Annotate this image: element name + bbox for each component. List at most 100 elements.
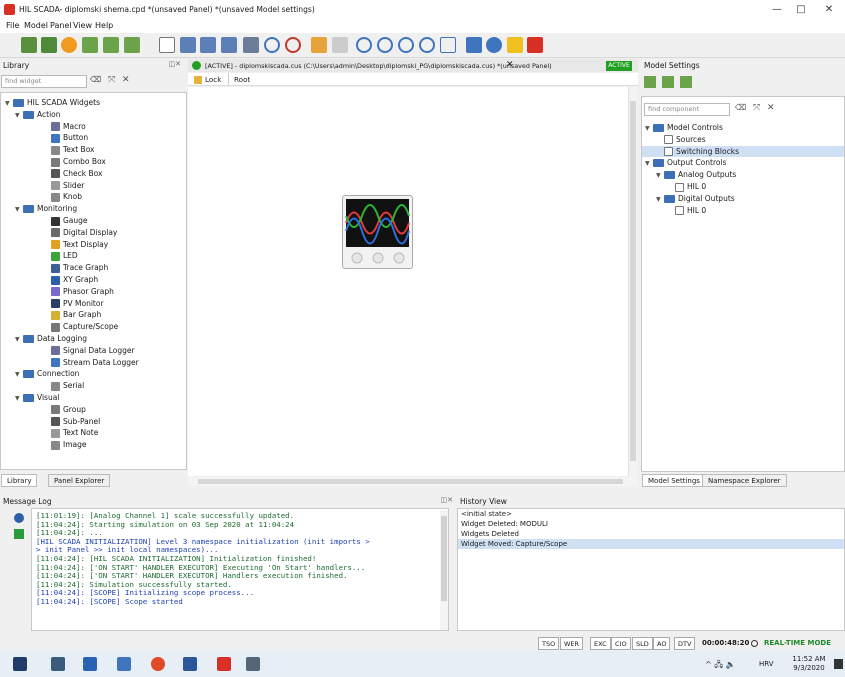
radio-icon[interactable] [751, 640, 758, 647]
component-expand-icon[interactable]: ⤧ [753, 103, 760, 113]
expand-arrow-icon[interactable]: ▼ [5, 98, 13, 110]
tab-close-icon[interactable]: ✕ [506, 60, 514, 70]
hscroll-thumb[interactable] [198, 479, 623, 484]
expand-arrow-icon[interactable]: ▼ [656, 194, 664, 206]
widget-item[interactable]: Text Display [51, 239, 108, 251]
widget-item[interactable]: Macro [51, 121, 86, 133]
system-tray-icons[interactable]: ^ 🖧 🔈 [705, 659, 736, 673]
tree-group[interactable]: ▼ Monitoring [15, 203, 77, 215]
status-indicator[interactable]: DTV [674, 637, 696, 650]
expand-arrow-icon[interactable]: ▼ [15, 369, 23, 381]
expand-icon[interactable]: ⤧ [108, 75, 115, 85]
notifications-icon[interactable] [834, 659, 843, 669]
model-gear-icon-1[interactable] [644, 76, 656, 88]
model-tree-item[interactable]: ▼ Model Controls [645, 122, 723, 134]
gear-icon[interactable] [82, 37, 98, 53]
collapse-icon[interactable]: ✕ [122, 75, 130, 85]
widget-item[interactable]: PV Monitor [51, 298, 104, 310]
status-indicator[interactable]: CIO [611, 637, 631, 650]
component-collapse-icon[interactable]: ✕ [767, 103, 775, 113]
root-breadcrumb[interactable]: Root [234, 75, 250, 84]
widget-item[interactable]: Capture/Scope [51, 321, 118, 333]
lock-button[interactable]: Lock [205, 75, 221, 84]
bulb-icon[interactable] [507, 37, 523, 53]
model-tree-item[interactable]: Sources [656, 134, 706, 146]
windows-start-icon[interactable] [13, 657, 27, 671]
widget-item[interactable]: Serial [51, 380, 84, 392]
menu-panel[interactable]: Panel [48, 21, 74, 30]
task-view-icon[interactable] [51, 657, 65, 671]
widget-item[interactable]: Signal Data Logger [51, 345, 135, 357]
menu-help[interactable]: Help [93, 21, 115, 30]
word-icon[interactable] [183, 657, 197, 671]
widget-item[interactable]: Group [51, 404, 86, 416]
tree-group[interactable]: ▼ Visual [15, 392, 59, 404]
tab-model-settings[interactable]: Model Settings [642, 474, 706, 487]
zoom-reset-icon[interactable] [419, 37, 435, 53]
play-icon[interactable] [264, 37, 280, 53]
tab-panel-explorer[interactable]: Panel Explorer [48, 474, 111, 487]
model-tree-item[interactable]: ▼ Analog Outputs [656, 169, 736, 181]
widget-item[interactable]: Text Note [51, 427, 98, 439]
canvas-tab-title[interactable]: [ACTIVE] - diplomskiscada.cus (C:\Users\… [205, 62, 552, 70]
new-panel-icon[interactable] [159, 37, 175, 53]
save-icon[interactable] [200, 37, 216, 53]
zoom-fit-icon[interactable] [398, 37, 414, 53]
status-indicator[interactable]: SLD [632, 637, 653, 650]
widget-item[interactable]: Slider [51, 180, 84, 192]
status-indicator[interactable]: EXC [590, 637, 611, 650]
widget-item[interactable]: Button [51, 132, 88, 144]
tree-group[interactable]: ▼ Data Logging [15, 333, 87, 345]
panel-canvas[interactable] [188, 87, 628, 476]
save-as-icon[interactable] [221, 37, 237, 53]
hil-scada-taskbar-icon[interactable] [217, 657, 231, 671]
menu-model[interactable]: Model [22, 21, 50, 30]
expand-arrow-icon[interactable]: ▼ [15, 334, 23, 346]
expand-arrow-icon[interactable]: ▼ [15, 110, 23, 122]
zoom-out-icon[interactable] [377, 37, 393, 53]
widget-item[interactable]: Gauge [51, 215, 88, 227]
widget-item[interactable]: Phasor Graph [51, 286, 114, 298]
widget-item[interactable]: Bar Graph [51, 309, 101, 321]
zoom-in-icon[interactable] [356, 37, 372, 53]
export-log-icon[interactable] [14, 529, 24, 539]
model-tree-item[interactable]: HIL 0 [667, 205, 706, 217]
tool-icon-2[interactable] [41, 37, 57, 53]
clear-filter-icon[interactable]: ⌫ [90, 75, 101, 84]
library-search-input[interactable]: find widget [1, 75, 87, 88]
expand-arrow-icon[interactable]: ▼ [15, 204, 23, 216]
widget-item[interactable]: Text Box [51, 144, 95, 156]
app-taskbar-icon-1[interactable] [117, 657, 131, 671]
model-tree-item[interactable]: HIL 0 [667, 181, 706, 193]
app-taskbar-icon-2[interactable] [246, 657, 260, 671]
tree-group[interactable]: ▼ Action [15, 109, 61, 121]
real-time-mode-label[interactable]: REAL-TIME MODE [761, 637, 834, 650]
widget-item[interactable]: Knob [51, 191, 82, 203]
clear-component-filter-icon[interactable]: ⌫ [735, 103, 746, 112]
component-search-input[interactable]: find component [644, 103, 730, 116]
log-dock-icon[interactable]: ◫✕ [441, 496, 453, 504]
expand-arrow-icon[interactable]: ▼ [645, 123, 653, 135]
input-language[interactable]: HRV [759, 660, 774, 668]
widget-item[interactable]: Combo Box [51, 156, 106, 168]
widget-item[interactable]: Trace Graph [51, 262, 108, 274]
dock-close-icon[interactable]: ◫✕ [169, 60, 181, 68]
expand-arrow-icon[interactable]: ▼ [656, 170, 664, 182]
vscroll-thumb[interactable] [630, 101, 636, 461]
open-icon[interactable] [180, 37, 196, 53]
maximize-button[interactable]: □ [790, 2, 812, 18]
expand-arrow-icon[interactable]: ▼ [15, 393, 23, 405]
tab-library[interactable]: Library [1, 474, 38, 487]
expand-arrow-icon[interactable]: ▼ [645, 158, 653, 170]
widget-item[interactable]: Check Box [51, 168, 102, 180]
chrome-icon[interactable] [151, 657, 165, 671]
history-item[interactable]: <initial state> [458, 509, 844, 519]
widget-item[interactable]: LED [51, 250, 78, 262]
minimize-button[interactable]: — [766, 2, 788, 18]
widget-item[interactable]: XY Graph [51, 274, 98, 286]
model-tree-item[interactable]: ▼ Output Controls [645, 157, 726, 169]
tree-group[interactable]: ▼ Connection [15, 368, 79, 380]
model-tree-item[interactable]: ▼ Digital Outputs [656, 193, 735, 205]
history-item[interactable]: Widget Moved: Capture/Scope [458, 539, 844, 549]
record-icon[interactable] [527, 37, 543, 53]
